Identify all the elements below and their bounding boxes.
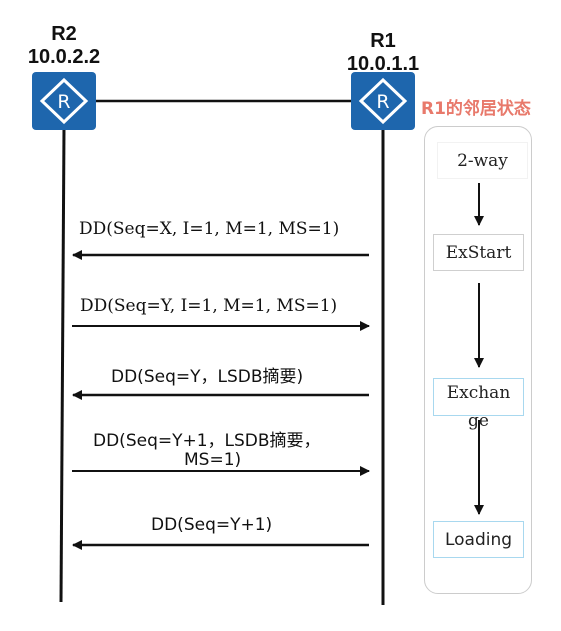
- msg-label-3: DD(Seq=Y，LSDB摘要): [111, 367, 304, 387]
- svg-text:R: R: [57, 91, 70, 113]
- msg-label-2: DD(Seq=Y, I=1, M=1, MS=1): [80, 296, 338, 316]
- msg-label-1: DD(Seq=X, I=1, M=1, MS=1): [79, 219, 340, 239]
- msg-label-4-line2: MS=1): [184, 450, 242, 470]
- msg-label-4-line1: DD(Seq=Y+1，LSDB摘要，: [93, 431, 321, 451]
- state-exstart: ExStart: [433, 234, 524, 271]
- r2-lifeline: [59, 127, 66, 603]
- msg-label-4: DD(Seq=Y+1，LSDB摘要， MS=1): [93, 432, 321, 470]
- state-exchange: Exchan ge: [433, 378, 524, 431]
- r1-router-icon: R: [351, 72, 415, 130]
- state-panel-title: R1的邻居状态: [421, 99, 531, 119]
- r2-router-icon: R: [32, 72, 96, 130]
- svg-text:R: R: [376, 91, 389, 113]
- state-loading: Loading: [433, 521, 524, 558]
- state-2way: 2-way: [437, 142, 528, 179]
- msg-label-5: DD(Seq=Y+1): [151, 515, 273, 535]
